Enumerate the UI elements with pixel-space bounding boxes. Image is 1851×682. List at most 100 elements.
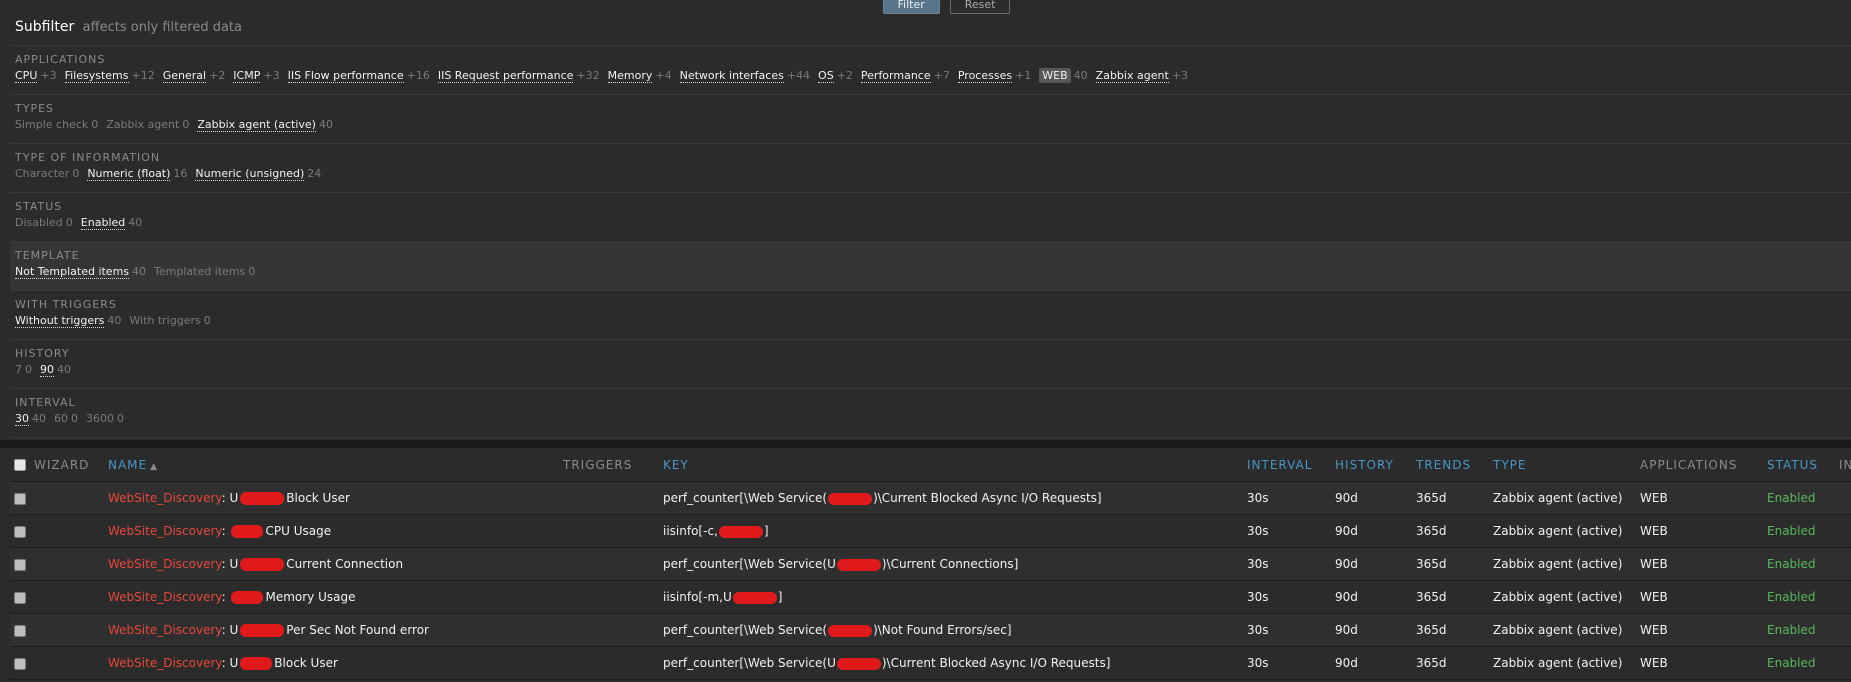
row-checkbox-cell: [10, 656, 34, 670]
subfilter-item-label[interactable]: Zabbix agent (active): [197, 118, 316, 132]
subfilter-item-count: +3: [1171, 69, 1188, 82]
subfilter-item-label[interactable]: IIS Flow performance: [287, 69, 404, 83]
table-body: WebSite_Discovery: U Block User perf_count…: [10, 482, 1851, 680]
key-cell: perf_counter[\Web Service()\Not Found Er…: [663, 623, 1247, 637]
subfilter-item: 90 40: [40, 362, 71, 378]
table-row: WebSite_Discovery: U Current Connection pe…: [10, 548, 1851, 581]
subfilter-item-count: 16: [173, 167, 188, 180]
subfilter-item-count: 40: [318, 118, 333, 131]
subfilter-item-count: +44: [786, 69, 811, 82]
subfilter-item: 3600 0: [86, 411, 124, 427]
header-name[interactable]: NAME: [108, 458, 147, 472]
subfilter-item-label[interactable]: Zabbix agent: [1095, 69, 1169, 83]
discovery-rule-link[interactable]: WebSite_Discovery: [108, 491, 222, 505]
item-name-link[interactable]: Block User: [274, 656, 338, 670]
discovery-rule-link[interactable]: WebSite_Discovery: [108, 557, 222, 571]
discovery-rule-link[interactable]: WebSite_Discovery: [108, 623, 222, 637]
subfilter-item-label[interactable]: General: [162, 69, 207, 83]
status-toggle-link[interactable]: Enabled: [1767, 656, 1816, 670]
header-status[interactable]: STATUS: [1767, 458, 1839, 472]
item-key-start: iisinfo[-c,: [663, 524, 718, 538]
subfilter-item-label[interactable]: 90: [40, 363, 54, 377]
history-cell: 90d: [1335, 557, 1358, 571]
name-cell: WebSite_Discovery: U Current Connection: [108, 557, 563, 571]
subfilter-item-label[interactable]: 30: [15, 412, 29, 426]
row-checkbox[interactable]: [14, 657, 26, 670]
subfilter-item: 30 40: [15, 411, 46, 427]
select-all-checkbox[interactable]: [14, 459, 26, 471]
row-checkbox[interactable]: [14, 492, 26, 505]
subfilter-items: Character 0 Numeric (float) 16 Numeric (unsi…: [15, 166, 1851, 182]
subfilter-item-label[interactable]: OS: [818, 69, 834, 83]
subfilter-item-label[interactable]: Memory: [607, 69, 653, 83]
header-trends[interactable]: TRENDS: [1416, 458, 1493, 472]
subfilter-item: IIS Flow performance +16: [287, 68, 430, 84]
status-toggle-link[interactable]: Enabled: [1767, 623, 1816, 637]
history-cell: 90d: [1335, 491, 1358, 505]
subfilter-item-count: 0: [248, 265, 256, 278]
redaction-mark: [828, 492, 873, 505]
table-row: WebSite_Discovery: U Per Sec Not Found er…: [10, 614, 1851, 647]
trends-cell: 365d: [1416, 656, 1447, 670]
subfilter-items: Simple check 0 Zabbix agent 0 Zabbix agent (…: [15, 117, 1851, 133]
subfilter-item-label[interactable]: Not Templated items: [15, 265, 130, 279]
header-interval[interactable]: INTERVAL: [1247, 458, 1335, 472]
subfilter-item-label[interactable]: Numeric (unsigned): [195, 167, 305, 181]
subfilter-item-label[interactable]: WEB: [1039, 68, 1071, 83]
type-cell: Zabbix agent (active): [1493, 524, 1623, 538]
trends-cell: 365d: [1416, 590, 1447, 604]
item-name-link[interactable]: Block User: [286, 491, 350, 505]
redaction-mark: [732, 591, 777, 604]
subfilter-item-label[interactable]: Filesystems: [64, 69, 129, 83]
redaction-mark: [240, 492, 285, 505]
row-checkbox[interactable]: [14, 525, 26, 538]
row-checkbox-cell: [10, 524, 34, 538]
subfilter-item-label[interactable]: Numeric (float): [87, 167, 171, 181]
redaction-mark: [718, 525, 763, 538]
subfilter-item-label[interactable]: IIS Request performance: [437, 69, 574, 83]
status-toggle-link[interactable]: Enabled: [1767, 524, 1816, 538]
status-toggle-link[interactable]: Enabled: [1767, 491, 1816, 505]
subfilter-item-count: 40: [32, 412, 46, 425]
subfilter-group-title: APPLICATIONS: [15, 53, 106, 66]
row-checkbox[interactable]: [14, 624, 26, 637]
table-header: WIZARD NAME ▲ TRIGGERS KEY INTERVAL HISTO…: [10, 448, 1851, 482]
subfilter-groups: APPLICATIONS CPU +3 Filesystems +12 General +2…: [10, 46, 1851, 438]
row-checkbox[interactable]: [14, 558, 26, 571]
name-cell: WebSite_Discovery: U Block User: [108, 656, 563, 670]
subfilter-item-label[interactable]: ICMP: [233, 69, 261, 83]
item-name-link[interactable]: CPU Usage: [265, 524, 331, 538]
discovery-rule-link[interactable]: WebSite_Discovery: [108, 524, 222, 538]
subfilter-item: Zabbix agent +3: [1095, 68, 1188, 84]
type-cell: Zabbix agent (active): [1493, 623, 1623, 637]
subfilter-item-label[interactable]: CPU: [15, 69, 38, 83]
subfilter-item-label[interactable]: Processes: [957, 69, 1013, 83]
subfilter-item: Performance +7: [860, 68, 950, 84]
discovery-rule-link[interactable]: WebSite_Discovery: [108, 656, 222, 670]
header-info: IN: [1839, 457, 1851, 472]
subfilter-item-count: +16: [406, 69, 430, 82]
subfilter-items: 7 0 90 40: [15, 362, 1851, 378]
subfilter-item-label[interactable]: Network interfaces: [679, 69, 784, 83]
row-checkbox[interactable]: [14, 591, 26, 604]
subfilter-item-label[interactable]: Enabled: [80, 216, 126, 230]
type-cell: Zabbix agent (active): [1493, 491, 1623, 505]
subfilter-item-label[interactable]: Without triggers: [15, 314, 105, 328]
header-key[interactable]: KEY: [663, 458, 1247, 472]
item-name-link[interactable]: Memory Usage: [265, 590, 355, 604]
header-history[interactable]: HISTORY: [1335, 458, 1416, 472]
subfilter-item: OS +2: [818, 68, 853, 84]
subfilter-item-label[interactable]: Performance: [860, 69, 931, 83]
applications-cell: WEB: [1640, 557, 1668, 571]
item-name-link[interactable]: Current Connection: [286, 557, 403, 571]
status-toggle-link[interactable]: Enabled: [1767, 590, 1816, 604]
discovery-rule-link[interactable]: WebSite_Discovery: [108, 590, 222, 604]
redaction-mark: [828, 624, 873, 637]
item-key-end: )\Not Found Errors/sec]: [873, 623, 1012, 637]
subfilter-item: Enabled 40: [80, 215, 142, 231]
status-cell: Enabled: [1767, 524, 1839, 538]
header-type[interactable]: TYPE: [1493, 458, 1640, 472]
subfilter-items: 30 40 60 0 3600 0: [15, 411, 1851, 427]
item-name-link[interactable]: Per Sec Not Found error: [286, 623, 429, 637]
status-toggle-link[interactable]: Enabled: [1767, 557, 1816, 571]
